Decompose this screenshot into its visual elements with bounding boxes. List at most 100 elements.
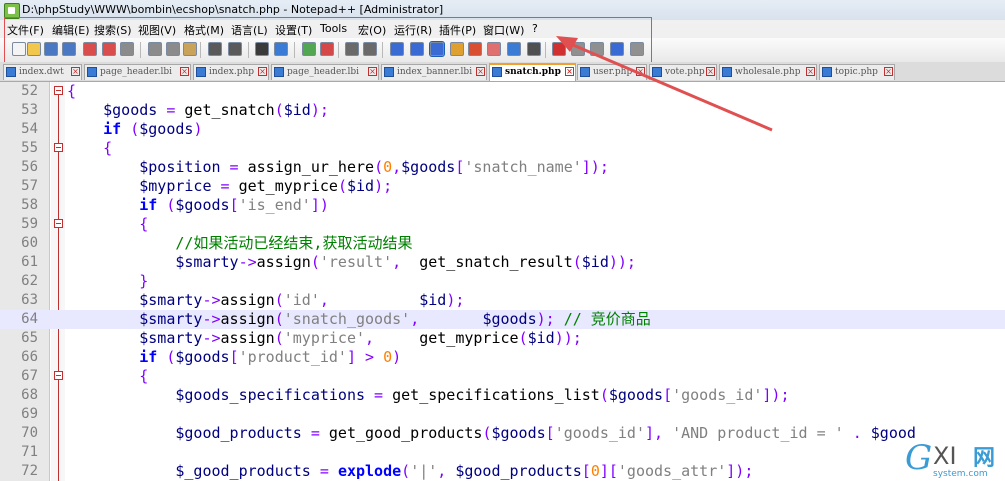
menu-item[interactable]: 宏(O)	[358, 22, 386, 38]
code-line[interactable]: 58 if ($goods['is_end'])	[0, 196, 1005, 215]
paste-icon[interactable]	[183, 42, 197, 56]
code-line[interactable]: 67 {	[0, 367, 1005, 386]
code-token: {	[139, 215, 149, 233]
redo-icon[interactable]	[228, 42, 242, 56]
code-line[interactable]: 59 {	[0, 215, 1005, 234]
zoom-out-icon[interactable]	[320, 42, 334, 56]
menu-item[interactable]: 运行(R)	[394, 22, 432, 38]
close-tab-icon[interactable]: ×	[258, 67, 267, 76]
monitor-icon[interactable]	[527, 42, 541, 56]
tab-active[interactable]: snatch.php ×	[489, 63, 576, 81]
fold-toggle-icon[interactable]	[54, 86, 63, 95]
code-line[interactable]: 69	[0, 405, 1005, 424]
code-token: 'is_end'	[238, 196, 311, 214]
tab[interactable]: user.php ×	[577, 64, 647, 80]
menu-item[interactable]: 视图(V)	[138, 22, 176, 38]
open-file-icon[interactable]	[27, 42, 41, 56]
code-line[interactable]: 57 $myprice = get_myprice($id);	[0, 177, 1005, 196]
close-tab-icon[interactable]: ×	[806, 67, 815, 76]
code-line[interactable]: 66 if ($goods['product_id'] > 0)	[0, 348, 1005, 367]
save-icon[interactable]	[44, 42, 58, 56]
menu-item[interactable]: ?	[532, 22, 538, 35]
code-line[interactable]: 65 $smarty->assign('myprice', get_mypric…	[0, 329, 1005, 348]
code-line[interactable]: 70 $good_products = get_good_products($g…	[0, 424, 1005, 443]
show-all-chars-icon[interactable]	[410, 42, 424, 56]
toolbar-separator	[382, 42, 383, 58]
code-line[interactable]: 61 $smarty->assign('result', get_snatch_…	[0, 253, 1005, 272]
close-tab-icon[interactable]: ×	[180, 67, 189, 76]
record-macro-icon[interactable]	[552, 42, 566, 56]
sync-vertical-icon[interactable]	[345, 42, 359, 56]
indent-guide-icon[interactable]	[429, 41, 445, 57]
fold-toggle-icon[interactable]	[54, 143, 63, 152]
menu-item[interactable]: 窗口(W)	[483, 22, 524, 38]
sync-horizontal-icon[interactable]	[363, 42, 377, 56]
menu-item[interactable]: 语言(L)	[231, 22, 268, 38]
code-token: $_good_products	[175, 462, 311, 480]
folder-workspace-icon[interactable]	[507, 42, 521, 56]
tab[interactable]: index.dwt ×	[3, 64, 82, 80]
code-line[interactable]: 53 $goods = get_snatch($id);	[0, 101, 1005, 120]
menu-item[interactable]: 设置(T)	[275, 22, 312, 38]
undo-icon[interactable]	[208, 42, 222, 56]
save-all-icon[interactable]	[62, 42, 76, 56]
code-line[interactable]: 60 //如果活动已经结束,获取活动结果	[0, 234, 1005, 253]
menu-item[interactable]: Tools	[320, 22, 347, 35]
tab[interactable]: index.php ×	[193, 64, 269, 80]
close-tab-icon[interactable]: ×	[565, 67, 574, 76]
code-text: //如果活动已经结束,获取活动结果	[67, 234, 412, 253]
code-line[interactable]: 52 {	[0, 82, 1005, 101]
close-tab-icon[interactable]: ×	[476, 67, 485, 76]
save-macro-icon[interactable]	[630, 42, 644, 56]
close-icon[interactable]	[83, 42, 97, 56]
menu-item[interactable]: 格式(M)	[184, 22, 224, 38]
menu-item[interactable]: 搜索(S)	[94, 22, 132, 38]
tab[interactable]: page_header.lbi ×	[271, 64, 379, 80]
doc-map-icon[interactable]	[468, 42, 482, 56]
copy-icon[interactable]	[166, 42, 180, 56]
tab[interactable]: topic.php ×	[819, 64, 895, 80]
function-list-icon[interactable]	[487, 42, 501, 56]
replace-icon[interactable]	[274, 42, 288, 56]
close-tab-icon[interactable]: ×	[368, 67, 377, 76]
code-line[interactable]: 54 if ($goods)	[0, 120, 1005, 139]
tab[interactable]: page_header.lbi ×	[84, 64, 191, 80]
close-tab-icon[interactable]: ×	[71, 67, 80, 76]
cut-icon[interactable]	[148, 42, 162, 56]
close-tab-icon[interactable]: ×	[636, 67, 645, 76]
code-line[interactable]: 71	[0, 443, 1005, 462]
menu-item[interactable]: 插件(P)	[439, 22, 476, 38]
code-line[interactable]: 68 $goods_specifications = get_specifica…	[0, 386, 1005, 405]
tab[interactable]: vote.php ×	[649, 64, 717, 80]
menu-item[interactable]: 文件(F)	[7, 22, 44, 38]
word-wrap-icon[interactable]	[390, 42, 404, 56]
run-macro-multiple-icon[interactable]	[610, 42, 624, 56]
zoom-in-icon[interactable]	[302, 42, 316, 56]
code-text: {	[67, 82, 76, 101]
close-tab-icon[interactable]: ×	[884, 67, 893, 76]
code-line[interactable]: 64 $smarty->assign('snatch_goods', $good…	[0, 310, 1005, 329]
print-icon[interactable]	[120, 42, 134, 56]
find-icon[interactable]	[255, 42, 269, 56]
tab[interactable]: wholesale.php ×	[719, 64, 817, 80]
close-tab-icon[interactable]: ×	[706, 67, 715, 76]
fold-toggle-icon[interactable]	[54, 371, 63, 380]
new-file-icon[interactable]	[12, 42, 26, 56]
code-editor[interactable]: 52{53 $goods = get_snatch($id); 54 if ($g…	[0, 82, 1005, 481]
code-line[interactable]: 56 $position = assign_ur_here(0,$goods['…	[0, 158, 1005, 177]
code-token: 0	[590, 462, 600, 480]
fold-toggle-icon[interactable]	[54, 219, 63, 228]
code-line[interactable]: 63 $smarty->assign('id', $id);	[0, 291, 1005, 310]
code-token: .	[843, 424, 871, 442]
code-line[interactable]: 62 }	[0, 272, 1005, 291]
close-all-icon[interactable]	[102, 42, 116, 56]
code-line[interactable]: 55 {	[0, 139, 1005, 158]
tab[interactable]: index_banner.lbi ×	[381, 64, 487, 80]
code-token: if	[139, 196, 158, 214]
menu-item[interactable]: 编辑(E)	[52, 22, 90, 38]
stop-macro-icon[interactable]	[571, 42, 585, 56]
user-lang-icon[interactable]	[450, 42, 464, 56]
code-line[interactable]: 72 $_good_products = explode('|', $good_…	[0, 462, 1005, 481]
play-macro-icon[interactable]	[590, 42, 604, 56]
